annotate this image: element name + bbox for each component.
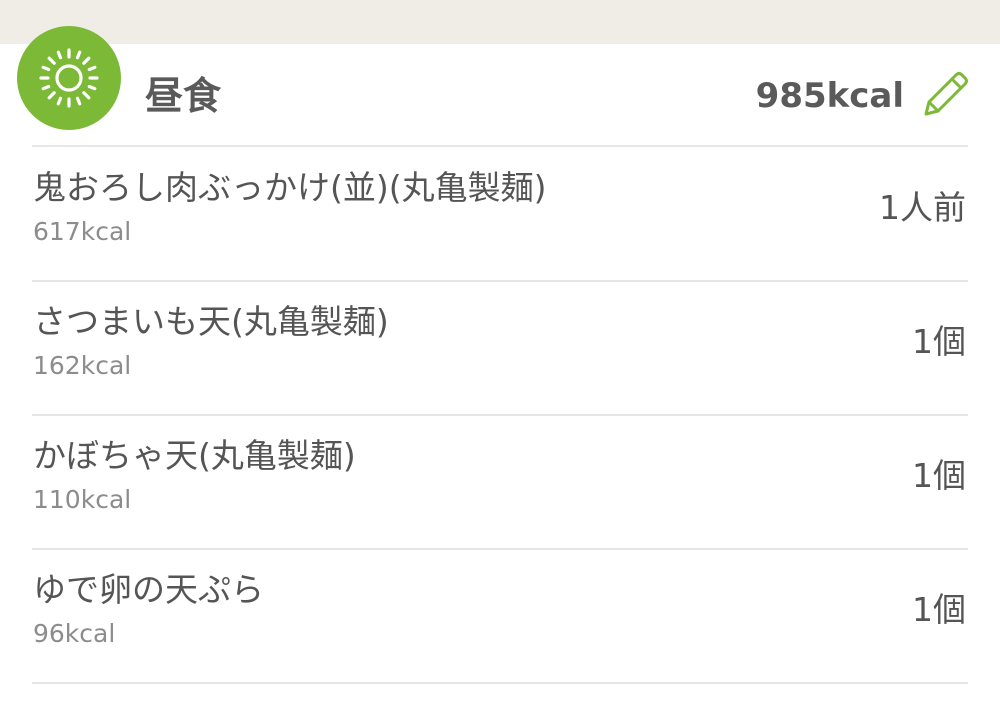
list-item[interactable]: ゆで卵の天ぷら 96kcal 1個 bbox=[0, 550, 1000, 682]
top-strip bbox=[0, 0, 1000, 44]
list-item[interactable]: 鬼おろし肉ぶっかけ(並)(丸亀製麺) 617kcal 1人前 bbox=[0, 148, 1000, 280]
pencil-icon bbox=[924, 72, 968, 116]
item-name: 鬼おろし肉ぶっかけ(並)(丸亀製麺) bbox=[33, 168, 547, 207]
total-kcal: 985kcal bbox=[755, 76, 904, 116]
divider bbox=[32, 682, 968, 684]
item-name: ゆで卵の天ぷら bbox=[33, 570, 264, 609]
item-name: さつまいも天(丸亀製麺) bbox=[33, 302, 389, 341]
edit-button[interactable] bbox=[918, 68, 972, 122]
list-item[interactable]: かぼちゃ天(丸亀製麺) 110kcal 1個 bbox=[0, 416, 1000, 548]
item-kcal: 110kcal bbox=[33, 485, 132, 514]
meal-title: 昼食 bbox=[145, 74, 222, 118]
meal-header: 昼食 985kcal bbox=[0, 44, 1000, 146]
item-name: かぼちゃ天(丸亀製麺) bbox=[33, 436, 356, 475]
list-item[interactable]: さつまいも天(丸亀製麺) 162kcal 1個 bbox=[0, 282, 1000, 414]
item-quantity: 1個 bbox=[912, 590, 966, 629]
item-kcal: 162kcal bbox=[33, 351, 132, 380]
item-quantity: 1個 bbox=[912, 456, 966, 495]
divider bbox=[32, 145, 968, 147]
item-kcal: 96kcal bbox=[33, 619, 116, 648]
item-quantity: 1個 bbox=[912, 322, 966, 361]
item-kcal: 617kcal bbox=[33, 217, 132, 246]
item-quantity: 1人前 bbox=[879, 188, 966, 227]
